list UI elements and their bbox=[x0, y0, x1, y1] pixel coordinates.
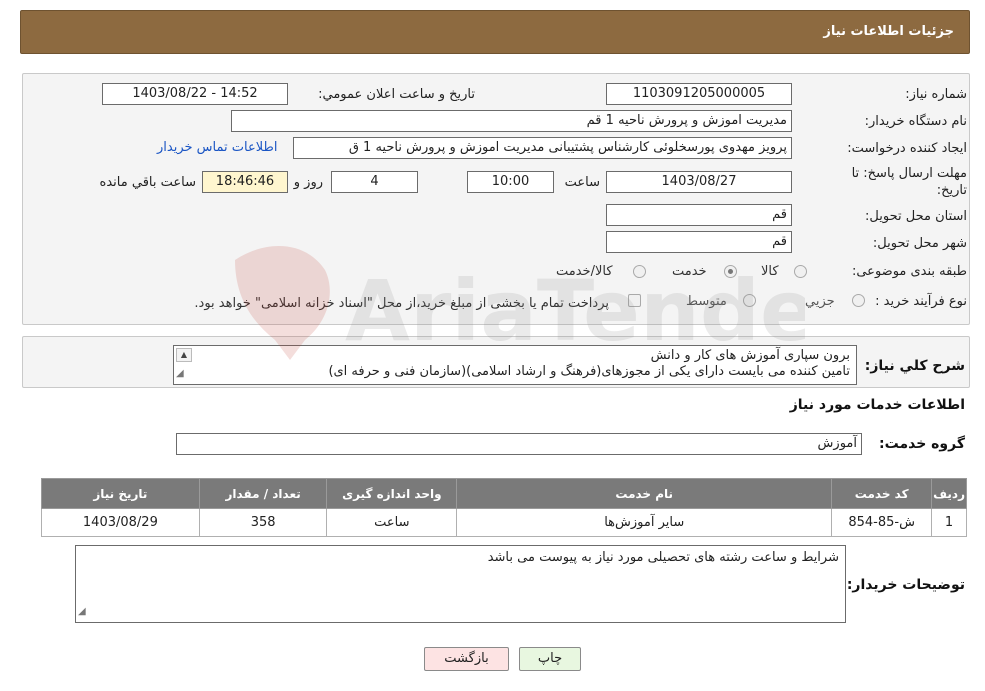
cell-service-code: ش-85-854 bbox=[831, 508, 933, 537]
cell-need-date: 1403/08/29 bbox=[41, 508, 200, 537]
page-header: جزئیات اطلاعات نیاز bbox=[20, 10, 970, 54]
category-radio-goods[interactable] bbox=[794, 265, 807, 278]
deadline-label-line1: مهلت ارسال پاسخ: تا bbox=[851, 166, 967, 181]
col-service-name: نام خدمت bbox=[456, 478, 833, 509]
deadline-time-field[interactable]: 10:00 bbox=[467, 171, 554, 193]
purchase-option-minor: جزيي bbox=[805, 294, 835, 309]
description-textarea[interactable]: برون سپاری آموزش های کار و دانش تامین کن… bbox=[173, 345, 857, 385]
cell-quantity: 358 bbox=[198, 508, 328, 537]
requester-field[interactable]: پرويز مهدوی پورسخلوئی کارشناس پشتيبانی م… bbox=[293, 137, 792, 159]
back-button[interactable]: بازگشت bbox=[424, 647, 509, 671]
page-title: جزئیات اطلاعات نیاز bbox=[823, 24, 954, 39]
col-need-date: تاريخ نياز bbox=[41, 478, 200, 509]
buyer-notes-label: توضيحات خريدار: bbox=[846, 577, 965, 593]
city-label: شهر محل تحويل: bbox=[872, 236, 967, 251]
resize-handle-icon[interactable]: ◢ bbox=[176, 366, 184, 382]
description-line-2: تامین کننده می بایست دارای یکی از مجوزها… bbox=[328, 364, 850, 379]
purchase-radio-minor[interactable] bbox=[852, 294, 865, 307]
buyer-notes-textarea[interactable]: شرايط و ساعت رشته های تحصيلی مورد نياز ب… bbox=[75, 545, 846, 623]
col-service-code: کد خدمت bbox=[831, 478, 933, 509]
category-option-goods: کالا bbox=[761, 264, 779, 279]
cell-service-name: ساير آموزش‌ها bbox=[456, 508, 833, 537]
treasury-payment-note: پرداخت تمام یا بخشی از مبلغ خرید،از محل … bbox=[194, 296, 609, 311]
table-row: 1 ش-85-854 ساير آموزش‌ها ساعت 358 1403/0… bbox=[41, 508, 967, 537]
city-field[interactable]: قم bbox=[606, 231, 792, 253]
category-option-service: خدمت bbox=[672, 264, 707, 279]
deadline-time-label: ساعت bbox=[564, 175, 600, 190]
purchase-type-label: نوع فرآيند خريد : bbox=[875, 294, 967, 309]
deadline-date-field[interactable]: 1403/08/27 bbox=[606, 171, 792, 193]
buyer-org-field[interactable]: مديريت اموزش و پرورش ناحيه 1 قم bbox=[231, 110, 792, 132]
purchase-radio-medium[interactable] bbox=[743, 294, 756, 307]
category-label: طبقه بندی موضوعی: bbox=[851, 264, 967, 279]
services-table: رديف کد خدمت نام خدمت واحد اندازه گيری ت… bbox=[41, 478, 967, 537]
print-button[interactable]: چاپ bbox=[519, 647, 581, 671]
deadline-label-line2: تاريخ: bbox=[936, 183, 967, 198]
treasury-checkbox[interactable] bbox=[628, 294, 641, 307]
remaining-time-field: 18:46:46 bbox=[202, 171, 288, 193]
need-number-label: شماره نیاز: bbox=[905, 87, 967, 102]
announce-datetime-field[interactable]: 1403/08/22 - 14:52 bbox=[102, 83, 288, 105]
category-radio-service[interactable] bbox=[724, 265, 737, 278]
scroll-up-icon[interactable]: ▲ bbox=[176, 348, 192, 362]
description-label: شرح کلي نياز: bbox=[864, 358, 965, 374]
buyer-notes-text: شرايط و ساعت رشته های تحصيلی مورد نياز ب… bbox=[487, 550, 839, 565]
cell-unit: ساعت bbox=[326, 508, 458, 537]
col-quantity: تعداد / مقدار bbox=[198, 478, 328, 509]
table-header-row: رديف کد خدمت نام خدمت واحد اندازه گيری ت… bbox=[41, 478, 967, 509]
province-label: استان محل تحويل: bbox=[865, 209, 967, 224]
deadline-days-field[interactable]: 4 bbox=[331, 171, 418, 193]
buyer-org-label: نام دستگاه خريدار: bbox=[864, 114, 967, 129]
category-radio-goods-service[interactable] bbox=[633, 265, 646, 278]
remaining-time-label: ساعت باقي مانده bbox=[99, 175, 196, 190]
requester-label: ايجاد کننده درخواست: bbox=[847, 141, 967, 156]
purchase-option-medium: متوسط bbox=[686, 294, 727, 309]
col-row-number: رديف bbox=[931, 478, 967, 509]
deadline-days-label: روز و bbox=[293, 175, 323, 190]
col-unit: واحد اندازه گيری bbox=[326, 478, 458, 509]
resize-handle-icon[interactable]: ◢ bbox=[78, 604, 86, 620]
category-option-goods-service: کالا/خدمت bbox=[556, 264, 613, 279]
description-line-1: برون سپاری آموزش های کار و دانش bbox=[650, 348, 850, 363]
need-number-field[interactable]: 1103091205000005 bbox=[606, 83, 792, 105]
service-group-field[interactable]: آموزش bbox=[176, 433, 862, 455]
cell-row-number: 1 bbox=[931, 508, 967, 537]
buyer-contact-link[interactable]: اطلاعات تماس خريدار bbox=[157, 140, 277, 155]
service-group-label: گروه خدمت: bbox=[879, 436, 965, 452]
announce-datetime-label: تاریخ و ساعت اعلان عمومي: bbox=[318, 87, 475, 102]
province-field[interactable]: قم bbox=[606, 204, 792, 226]
services-section-title: اطلاعات خدمات مورد نياز bbox=[789, 397, 965, 413]
